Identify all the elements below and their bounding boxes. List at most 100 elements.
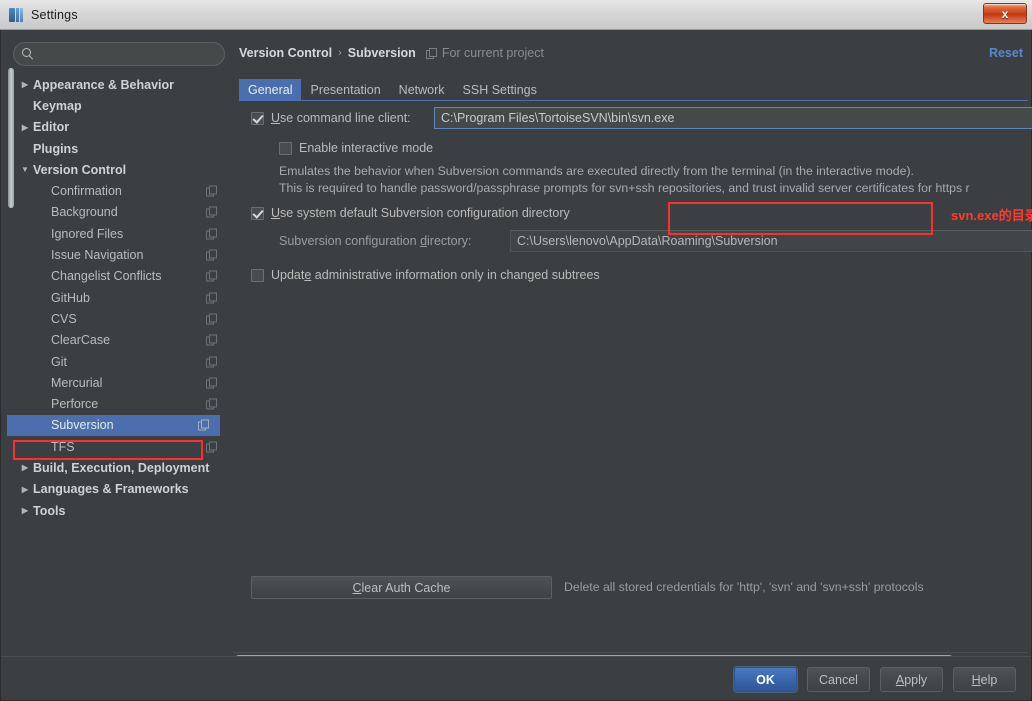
sidebar-item-tools[interactable]: ▶ Tools [17,500,225,521]
use-command-line-client-checkbox[interactable] [251,111,264,125]
chevron-right-icon[interactable]: ▶ [17,80,33,89]
sidebar-item-issue-navigation[interactable]: Issue Navigation [17,244,225,265]
sidebar-item-label: Build, Execution, Deployment [33,460,210,475]
project-scope-icon [206,228,217,240]
sidebar-item-tfs[interactable]: TFS [17,436,225,457]
project-scope-icon [206,249,217,261]
sidebar-item-label: Languages & Frameworks [33,482,189,497]
chevron-right-icon[interactable]: ▶ [17,463,33,472]
use-system-default-config-text: se system default Subversion configurati… [280,206,570,220]
reset-link[interactable]: Reset [989,46,1023,60]
close-label: x [1001,6,1009,21]
svn-executable-path-input[interactable]: C:\Program Files\TortoiseSVN\bin\svn.exe [434,107,1032,129]
sidebar-item-changelist-conflicts[interactable]: Changelist Conflicts [17,266,225,287]
sidebar-item-label: TFS [51,439,75,454]
tab-network[interactable]: Network [390,79,454,100]
settings-dialog: Settings x ▶ Appearance & Behavior Keymap ▶… [0,0,1032,701]
project-scope-icon [206,270,217,282]
close-icon[interactable]: x [983,3,1027,24]
project-scope-icon [206,377,217,389]
interactive-mode-description: Emulates the behavior when Subversion co… [279,163,1029,197]
ok-button[interactable]: OK [734,667,797,692]
chevron-right-icon[interactable]: ▶ [17,506,33,515]
chevron-down-icon[interactable]: ▼ [17,165,33,174]
apply-button[interactable]: Apply [880,667,943,692]
breadcrumb-separator: › [338,47,342,59]
update-admin-info-label: Update administrative information only i… [271,268,600,282]
sidebar-item-ignored-files[interactable]: Ignored Files [17,223,225,244]
project-scope-icon [206,206,217,218]
breadcrumb: Version Control › Subversion For current… [239,46,544,60]
sidebar-item-label: Appearance & Behavior [33,77,175,92]
sidebar-item-label: Background [51,205,118,220]
sidebar-item-keymap[interactable]: Keymap [17,95,225,116]
search-input[interactable] [35,46,224,62]
settings-content-panel: Version Control › Subversion For current… [233,34,1032,660]
sidebar-item-label: Mercurial [51,375,103,390]
svn-path-annotation: svn.exe的目录 [951,208,1032,223]
sidebar-item-label: Ignored Files [51,226,124,241]
sidebar-item-editor[interactable]: ▶ Editor [17,117,225,138]
sidebar-item-label: Confirmation [51,184,122,199]
search-icon [22,47,35,61]
title-bar: Settings x [0,0,1032,30]
sidebar-item-label: Issue Navigation [51,248,144,263]
sidebar-item-label: Version Control [33,162,127,177]
chevron-right-icon[interactable]: ▶ [17,123,33,132]
use-command-line-client-label: Use command line client: [271,111,411,125]
sidebar-item-cvs[interactable]: CVS [17,308,225,329]
breadcrumb-leaf: Subversion [347,46,416,60]
sidebar-scrollbar[interactable] [7,68,15,664]
project-scope-icon [206,185,217,197]
description-line-2: This is required to handle password/pass… [279,181,970,195]
use-system-default-config-label: Use system default Subversion configurat… [271,206,570,220]
sidebar-item-version-control[interactable]: ▼ Version Control [17,159,225,180]
sidebar-item-plugins[interactable]: Plugins [17,138,225,159]
settings-tabs: General Presentation Network SSH Settings [239,79,546,100]
sidebar-item-label: Tools [33,503,66,518]
enable-interactive-mode-label: Enable interactive mode [299,141,434,155]
sidebar-item-languages-frameworks[interactable]: ▶ Languages & Frameworks [17,479,225,500]
search-box[interactable] [13,42,225,66]
sidebar-item-appearance-behavior[interactable]: ▶ Appearance & Behavior [17,74,225,95]
project-scope-icon [206,356,217,367]
chevron-right-icon[interactable]: ▶ [17,485,33,494]
tab-ssh-settings[interactable]: SSH Settings [454,79,546,100]
help-button[interactable]: Help [953,667,1016,692]
clear-auth-cache-button[interactable]: Clear Auth Cache [251,576,552,599]
sidebar-item-subversion[interactable]: Subversion [7,414,220,437]
sidebar-item-git[interactable]: Git [17,351,225,372]
clear-auth-cache-note: Delete all stored credentials for 'http'… [564,580,924,594]
sidebar-item-label: CVS [51,311,77,326]
sidebar-item-label: Editor [33,120,70,135]
enable-interactive-mode-checkbox[interactable] [279,141,292,155]
sidebar-item-label: Perforce [51,397,99,412]
config-dir-label: Subversion configuration directory: [279,234,472,248]
project-scope-icon [206,334,217,346]
use-system-default-config-checkbox[interactable] [251,206,264,220]
sidebar-item-mercurial[interactable]: Mercurial [17,372,225,393]
project-scope-icon [425,47,437,59]
project-scope-icon [206,441,217,453]
tab-general[interactable]: General [239,79,302,100]
dialog-footer: OK Cancel Apply Help [1,656,1031,700]
update-admin-info-checkbox[interactable] [251,268,264,282]
breadcrumb-root[interactable]: Version Control [239,46,332,60]
tab-presentation[interactable]: Presentation [301,79,389,100]
sidebar-item-confirmation[interactable]: Confirmation [17,180,225,201]
general-tab-content: Use command line client: C:\Program File… [239,101,1032,628]
project-scope-icon [206,398,217,410]
sidebar-scrollbar-thumb[interactable] [8,68,14,208]
sidebar-item-label: Git [51,354,67,369]
sidebar-item-perforce[interactable]: Perforce [17,393,225,414]
sidebar-item-background[interactable]: Background [17,202,225,223]
sidebar-item-clearcase[interactable]: ClearCase [17,330,225,351]
use-system-default-config-row: Use system default Subversion configurat… [251,206,570,220]
sidebar-item-build-execution-deployment[interactable]: ▶ Build, Execution, Deployment [17,457,225,478]
sidebar-item-label: Changelist Conflicts [51,269,162,284]
description-line-1: Emulates the behavior when Subversion co… [279,164,914,178]
cancel-button[interactable]: Cancel [807,667,870,692]
sidebar-item-github[interactable]: GitHub [17,287,225,308]
intellij-icon [8,7,24,23]
project-scope-icon [206,313,217,325]
